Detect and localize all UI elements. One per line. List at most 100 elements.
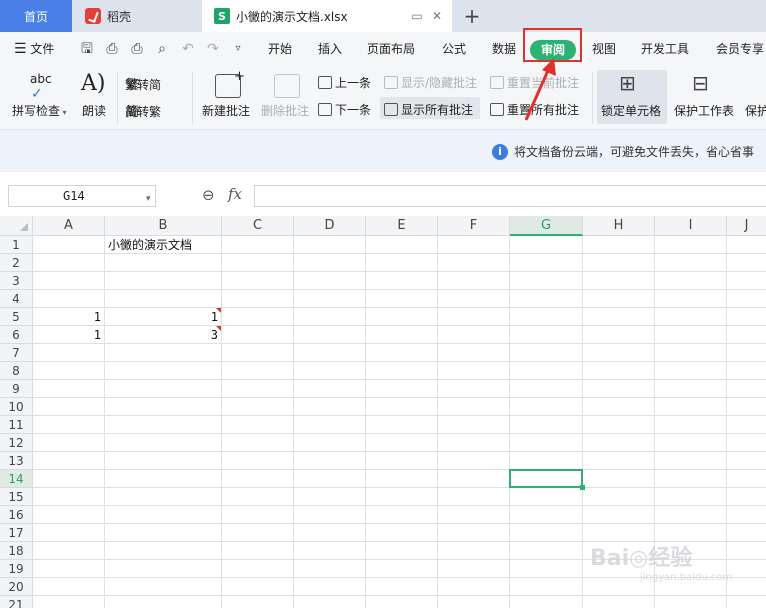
grid-line xyxy=(293,236,294,608)
column-header-c[interactable]: C xyxy=(222,216,294,236)
row-header-8[interactable]: 8 xyxy=(0,362,33,380)
row-header-17[interactable]: 17 xyxy=(0,524,33,542)
read-aloud-button[interactable]: 朗读 xyxy=(82,102,106,119)
delete-comment-button[interactable]: 删除批注 xyxy=(261,102,309,119)
menu-view[interactable]: 视图 xyxy=(592,32,616,66)
row-header-4[interactable]: 4 xyxy=(0,290,33,308)
protect-workbook-button[interactable]: 保护 xyxy=(745,102,766,119)
column-header-e[interactable]: E xyxy=(366,216,438,236)
row-header-14[interactable]: 14 xyxy=(0,470,33,488)
row-header-13[interactable]: 13 xyxy=(0,452,33,470)
protect-sheet-button[interactable]: 保护工作表 xyxy=(674,102,734,119)
fx-icon[interactable]: fx xyxy=(228,185,242,203)
lock-cell-button[interactable]: 锁定单元格 xyxy=(601,102,661,119)
next-comment-icon xyxy=(318,103,332,116)
cell-b1[interactable]: 小黴的演示文档 xyxy=(105,236,305,254)
row-header-15[interactable]: 15 xyxy=(0,488,33,506)
row-header-16[interactable]: 16 xyxy=(0,506,33,524)
menu-bar: ☰ 文件 🖫 ⎙ ⎙ ⌕ ↶ ↷ ▿ 开始 插入 页面布局 公式 数据 视图 开… xyxy=(0,32,766,66)
row-header-5[interactable]: 5 xyxy=(0,308,33,326)
ribbon-toolbar: abc ✓ 拼写检查 ▾ A) 朗读 繁繁转简 簡简转繁 + 新建批注 删除批注… xyxy=(0,66,766,130)
export-pdf-icon[interactable]: ⎙ xyxy=(104,41,120,57)
menu-data[interactable]: 数据 xyxy=(492,32,516,66)
menu-member[interactable]: 会员专享 xyxy=(716,32,764,66)
comment-indicator[interactable] xyxy=(216,308,221,313)
protect-sheet-icon: ⊟ xyxy=(692,71,709,95)
cell-a5[interactable]: 1 xyxy=(33,308,105,326)
menu-page-layout[interactable]: 页面布局 xyxy=(367,32,415,66)
tab-daoke-label: 稻壳 xyxy=(107,9,132,24)
undo-icon[interactable]: ↶ xyxy=(180,41,196,57)
grid-line xyxy=(437,236,438,608)
grid-line xyxy=(33,289,766,290)
cell-b5[interactable]: 1 xyxy=(105,308,222,326)
menu-formula[interactable]: 公式 xyxy=(442,32,466,66)
row-header-9[interactable]: 9 xyxy=(0,380,33,398)
row-header-19[interactable]: 19 xyxy=(0,560,33,578)
prev-comment-label: 上一条 xyxy=(335,76,372,90)
menu-start[interactable]: 开始 xyxy=(268,32,292,66)
cell-a6[interactable]: 1 xyxy=(33,326,105,344)
menu-developer[interactable]: 开发工具 xyxy=(641,32,689,66)
ribbon-divider xyxy=(117,72,118,124)
row-header-18[interactable]: 18 xyxy=(0,542,33,560)
column-header-i[interactable]: I xyxy=(655,216,727,236)
save-icon[interactable]: 🖫 xyxy=(79,41,95,57)
row-header-2[interactable]: 2 xyxy=(0,254,33,272)
print-preview-icon[interactable]: ⌕ xyxy=(154,41,170,57)
formula-input[interactable] xyxy=(254,185,766,207)
row-header-20[interactable]: 20 xyxy=(0,578,33,596)
next-comment-label: 下一条 xyxy=(335,103,372,117)
row-header-11[interactable]: 11 xyxy=(0,416,33,434)
new-tab-button[interactable]: + xyxy=(460,2,484,30)
info-bar-text[interactable]: 将文档备份云端，可避免文件丢失，省心省事 xyxy=(514,143,754,160)
ribbon-divider xyxy=(592,72,593,124)
row-header-21[interactable]: 21 xyxy=(0,596,33,608)
fill-handle[interactable] xyxy=(580,485,585,490)
simp-to-trad-button[interactable]: 簡简转繁 xyxy=(125,101,161,120)
spellcheck-check-icon: ✓ xyxy=(31,86,43,102)
grid-line xyxy=(33,451,766,452)
monitor-icon[interactable]: ▭ xyxy=(410,9,424,23)
close-icon[interactable]: ✕ xyxy=(430,9,444,23)
column-header-j[interactable]: J xyxy=(727,216,766,236)
select-all-corner[interactable] xyxy=(0,216,33,236)
column-header-a[interactable]: A xyxy=(33,216,105,236)
column-header-f[interactable]: F xyxy=(438,216,510,236)
menu-insert[interactable]: 插入 xyxy=(318,32,342,66)
grid-line xyxy=(33,523,766,524)
selected-cell[interactable] xyxy=(509,469,583,488)
show-hide-comment-button[interactable]: 显示/隐藏批注 xyxy=(384,74,477,91)
hamburger-icon: ☰ xyxy=(14,41,27,57)
new-comment-button[interactable]: 新建批注 xyxy=(202,102,250,119)
next-comment-button[interactable]: 下一条 xyxy=(318,101,371,118)
cell-b6[interactable]: 3 xyxy=(105,326,222,344)
column-header-d[interactable]: D xyxy=(294,216,366,236)
row-header-1[interactable]: 1 xyxy=(0,236,33,254)
spellcheck-button[interactable]: 拼写检查 ▾ xyxy=(12,102,67,119)
customize-quick-access-icon[interactable]: ▿ xyxy=(230,41,246,57)
show-all-comments-icon xyxy=(384,103,398,116)
redo-icon[interactable]: ↷ xyxy=(205,41,221,57)
chevron-down-icon[interactable]: ▾ xyxy=(146,194,151,204)
column-header-b[interactable]: B xyxy=(105,216,222,236)
row-header-3[interactable]: 3 xyxy=(0,272,33,290)
zoom-icon[interactable]: ⊖ xyxy=(202,186,215,204)
print-icon[interactable]: ⎙ xyxy=(129,41,145,57)
menu-file[interactable]: ☰ 文件 xyxy=(14,32,54,66)
row-header-10[interactable]: 10 xyxy=(0,398,33,416)
row-header-12[interactable]: 12 xyxy=(0,434,33,452)
show-all-comments-button[interactable]: 显示所有批注 xyxy=(384,101,473,118)
row-header-7[interactable]: 7 xyxy=(0,344,33,362)
read-aloud-icon: A) xyxy=(81,71,106,96)
trad-to-simp-button[interactable]: 繁繁转简 xyxy=(125,74,161,93)
column-header-g[interactable]: G xyxy=(510,216,583,236)
column-header-h[interactable]: H xyxy=(583,216,655,236)
name-box[interactable]: G14 xyxy=(8,185,156,207)
grid-line xyxy=(33,595,766,596)
tab-home[interactable]: 首页 xyxy=(0,0,72,32)
comment-indicator[interactable] xyxy=(216,326,221,331)
row-header-6[interactable]: 6 xyxy=(0,326,33,344)
prev-comment-button[interactable]: 上一条 xyxy=(318,74,371,91)
tab-daoke[interactable]: 稻壳 xyxy=(73,0,201,32)
